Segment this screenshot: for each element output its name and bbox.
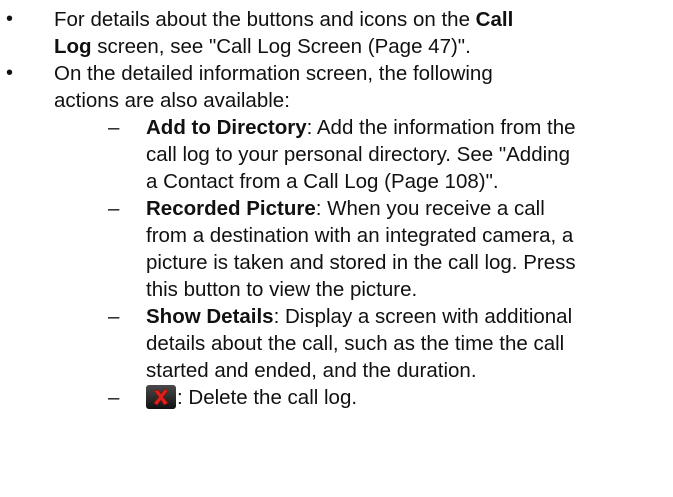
text-line: : Delete the call log. bbox=[146, 384, 666, 411]
delete-x-icon bbox=[146, 385, 176, 409]
text-line: a Contact from a Call Log (Page 108)". bbox=[146, 170, 499, 193]
text-line: On the detailed information screen, the … bbox=[54, 62, 493, 85]
bullet-text: For details about the buttons and icons … bbox=[54, 6, 664, 60]
dash-marker: – bbox=[108, 386, 120, 409]
text-line: started and ended, and the duration. bbox=[146, 359, 477, 382]
text-line: details about the call, such as the time… bbox=[146, 332, 565, 355]
sub-item-text: Show Details: Display a screen with addi… bbox=[146, 303, 666, 384]
bullet-text: On the detailed information screen, the … bbox=[54, 60, 664, 114]
dash-marker: – bbox=[108, 116, 120, 139]
text-line: picture is taken and stored in the call … bbox=[146, 251, 576, 274]
bullet-marker: • bbox=[6, 8, 14, 30]
text-line: Show Details: Display a screen with addi… bbox=[146, 305, 573, 328]
sub-item-text: Recorded Picture: When you receive a cal… bbox=[146, 195, 666, 303]
text-line: Add to Directory: Add the information fr… bbox=[146, 116, 576, 139]
text-line: call log to your personal directory. See… bbox=[146, 143, 570, 166]
sub-item-text: Add to Directory: Add the information fr… bbox=[146, 114, 666, 195]
bullet-marker: • bbox=[6, 62, 14, 84]
document-page: • For details about the buttons and icon… bbox=[0, 0, 673, 497]
sub-item-text: : Delete the call log. bbox=[146, 384, 666, 411]
text-line: this button to view the picture. bbox=[146, 278, 418, 301]
text-line: For details about the buttons and icons … bbox=[54, 8, 514, 31]
text-line: Recorded Picture: When you receive a cal… bbox=[146, 197, 545, 220]
dash-marker: – bbox=[108, 305, 120, 328]
text-line: Log screen, see "Call Log Screen (Page 4… bbox=[54, 35, 471, 58]
dash-marker: – bbox=[108, 197, 120, 220]
text-line: from a destination with an integrated ca… bbox=[146, 224, 574, 247]
text-line: actions are also available: bbox=[54, 89, 290, 112]
